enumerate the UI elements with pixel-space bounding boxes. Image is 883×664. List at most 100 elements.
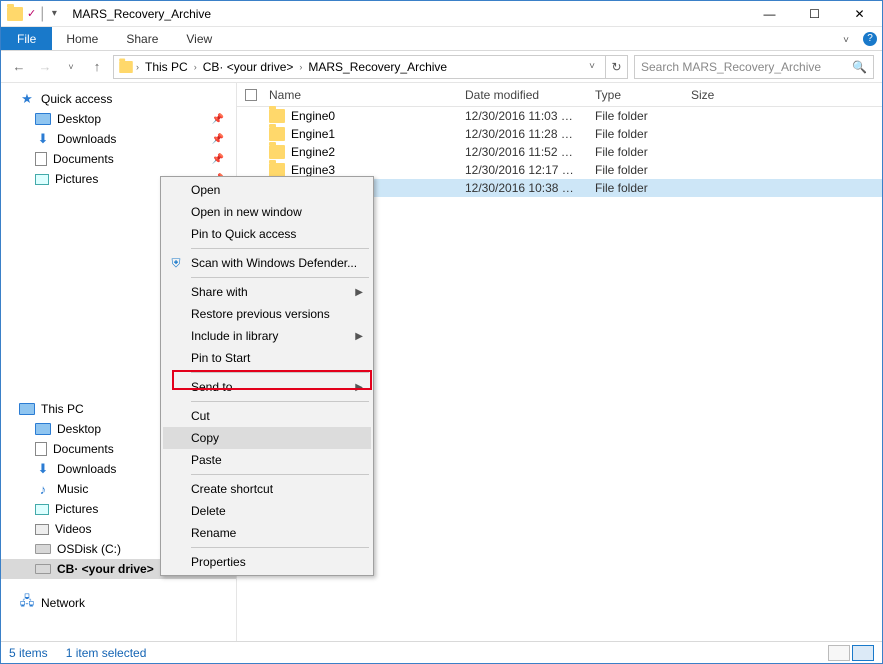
menu-item-label: Copy bbox=[191, 431, 219, 445]
network-icon: 🖧 bbox=[19, 596, 35, 610]
menu-item-restore-previous-versions[interactable]: Restore previous versions bbox=[163, 303, 371, 325]
file-name: Engine2 bbox=[291, 145, 335, 159]
folder-icon bbox=[269, 109, 285, 123]
file-date: 12/30/2016 11:03 … bbox=[465, 109, 595, 123]
column-name[interactable]: Name bbox=[265, 88, 465, 102]
view-details-button[interactable] bbox=[828, 645, 850, 661]
menu-item-scan-with-windows-defender[interactable]: ⛨ Scan with Windows Defender... bbox=[163, 252, 371, 274]
menu-item-cut[interactable]: Cut bbox=[163, 405, 371, 427]
status-bar: 5 items 1 item selected bbox=[1, 641, 882, 663]
folder-icon bbox=[269, 145, 285, 159]
pc-icon bbox=[19, 403, 35, 415]
search-placeholder: Search MARS_Recovery_Archive bbox=[641, 60, 821, 74]
tab-home[interactable]: Home bbox=[52, 27, 112, 50]
submenu-arrow-icon: ▶ bbox=[355, 382, 363, 393]
breadcrumb[interactable]: › This PC › CB· <your drive> › MARS_Reco… bbox=[113, 55, 606, 79]
menu-item-pin-to-quick-access[interactable]: Pin to Quick access bbox=[163, 223, 371, 245]
file-date: 12/30/2016 11:52 … bbox=[465, 145, 595, 159]
menu-item-copy[interactable]: Copy bbox=[163, 427, 371, 449]
qab-customize-dropdown[interactable]: ▾ bbox=[48, 7, 60, 21]
select-all-checkbox[interactable] bbox=[245, 89, 257, 101]
menu-item-share-with[interactable]: Share with ▶ bbox=[163, 281, 371, 303]
menu-item-open[interactable]: Open bbox=[163, 179, 371, 201]
help-icon: ? bbox=[863, 32, 877, 46]
file-type: File folder bbox=[595, 109, 691, 123]
file-name: Engine3 bbox=[291, 163, 335, 177]
breadcrumb-seg-thispc[interactable]: This PC bbox=[141, 60, 192, 74]
sidebar-item-downloads[interactable]: ⬇Downloads📌 bbox=[1, 129, 236, 149]
maximize-button[interactable]: ☐ bbox=[792, 1, 837, 27]
menu-separator bbox=[191, 277, 369, 278]
document-icon bbox=[35, 442, 47, 456]
recent-locations-dropdown[interactable]: ˅ bbox=[61, 57, 81, 77]
column-size[interactable]: Size bbox=[691, 88, 771, 102]
chevron-right-icon[interactable]: › bbox=[194, 62, 197, 72]
menu-item-create-shortcut[interactable]: Create shortcut bbox=[163, 478, 371, 500]
document-icon bbox=[35, 152, 47, 166]
sidebar-item-desktop[interactable]: Desktop📌 bbox=[1, 109, 236, 129]
menu-item-open-in-new-window[interactable]: Open in new window bbox=[163, 201, 371, 223]
view-icons-button[interactable] bbox=[852, 645, 874, 661]
forward-button[interactable]: → bbox=[35, 57, 55, 77]
menu-item-label: Paste bbox=[191, 453, 222, 467]
chevron-right-icon[interactable]: › bbox=[136, 62, 139, 72]
breadcrumb-dropdown[interactable]: ˅ bbox=[583, 61, 601, 72]
submenu-arrow-icon: ▶ bbox=[355, 287, 363, 298]
search-input[interactable]: Search MARS_Recovery_Archive 🔍 bbox=[634, 55, 874, 79]
back-button[interactable]: ← bbox=[9, 57, 29, 77]
column-type[interactable]: Type bbox=[595, 88, 691, 102]
menu-item-label: Share with bbox=[191, 285, 248, 299]
star-icon: ★ bbox=[19, 92, 35, 106]
explorer-window: ✓ | ▾ MARS_Recovery_Archive — ☐ ✕ File H… bbox=[0, 0, 883, 664]
tab-share[interactable]: Share bbox=[112, 27, 172, 50]
videos-icon bbox=[35, 524, 49, 535]
menu-item-pin-to-start[interactable]: Pin to Start bbox=[163, 347, 371, 369]
menu-item-properties[interactable]: Properties bbox=[163, 551, 371, 573]
menu-item-send-to[interactable]: Send to ▶ bbox=[163, 376, 371, 398]
quick-access-pin-icon[interactable]: ✓ bbox=[27, 7, 36, 20]
menu-item-rename[interactable]: Rename bbox=[163, 522, 371, 544]
ribbon-expand-button[interactable]: ˅ bbox=[834, 27, 858, 53]
sidebar-item-label: Music bbox=[57, 482, 88, 496]
sidebar-item-label: Videos bbox=[55, 522, 91, 536]
menu-item-label: Send to bbox=[191, 380, 232, 394]
file-tab[interactable]: File bbox=[1, 27, 52, 50]
sidebar-network[interactable]: 🖧Network bbox=[1, 593, 236, 613]
refresh-button[interactable]: ↻ bbox=[606, 55, 628, 79]
sidebar-item-documents[interactable]: Documents📌 bbox=[1, 149, 236, 169]
menu-item-delete[interactable]: Delete bbox=[163, 500, 371, 522]
menu-separator bbox=[191, 248, 369, 249]
up-button[interactable]: ↑ bbox=[87, 57, 107, 77]
titlebar: ✓ | ▾ MARS_Recovery_Archive — ☐ ✕ bbox=[1, 1, 882, 27]
pin-icon: 📌 bbox=[212, 154, 224, 165]
table-row[interactable]: Engine212/30/2016 11:52 …File folder bbox=[237, 143, 882, 161]
menu-item-label: Scan with Windows Defender... bbox=[191, 256, 357, 270]
sidebar-item-label: CB· <your drive> bbox=[57, 562, 154, 576]
pin-icon: 📌 bbox=[212, 114, 224, 125]
menu-item-paste[interactable]: Paste bbox=[163, 449, 371, 471]
drive-icon bbox=[35, 564, 51, 574]
desktop-icon bbox=[35, 423, 51, 435]
breadcrumb-seg-drive[interactable]: CB· <your drive> bbox=[199, 60, 298, 74]
file-name: Engine0 bbox=[291, 109, 335, 123]
table-row[interactable]: Engine0 12/30/2016 11:03 …File folder bbox=[237, 107, 882, 125]
sidebar-quick-access[interactable]: ★ Quick access bbox=[1, 89, 236, 109]
tab-view[interactable]: View bbox=[172, 27, 226, 50]
chevron-right-icon[interactable]: › bbox=[299, 62, 302, 72]
breadcrumb-seg-folder[interactable]: MARS_Recovery_Archive bbox=[304, 60, 451, 74]
folder-icon bbox=[119, 61, 133, 73]
close-button[interactable]: ✕ bbox=[837, 1, 882, 27]
file-type: File folder bbox=[595, 127, 691, 141]
shield-icon: ⛨ bbox=[167, 254, 185, 272]
sidebar-item-label: Downloads bbox=[57, 462, 116, 476]
submenu-arrow-icon: ▶ bbox=[355, 331, 363, 342]
column-date[interactable]: Date modified bbox=[465, 88, 595, 102]
minimize-button[interactable]: — bbox=[747, 1, 792, 27]
menu-item-label: Rename bbox=[191, 526, 236, 540]
status-selection: 1 item selected bbox=[66, 646, 147, 660]
menu-item-include-in-library[interactable]: Include in library▶ bbox=[163, 325, 371, 347]
table-row[interactable]: Engine112/30/2016 11:28 …File folder bbox=[237, 125, 882, 143]
help-button[interactable]: ? bbox=[858, 27, 882, 50]
file-date: 12/30/2016 10:38 … bbox=[465, 181, 595, 195]
sidebar-item-label: Quick access bbox=[41, 92, 112, 106]
